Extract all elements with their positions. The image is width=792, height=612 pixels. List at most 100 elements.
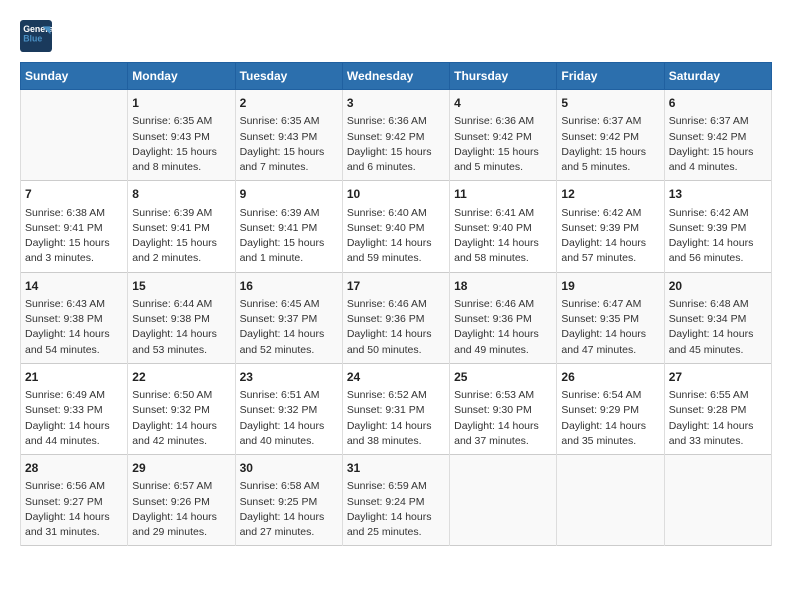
day-number: 9 [240, 186, 338, 203]
daylight-text: Daylight: 15 hours and 2 minutes. [132, 236, 230, 266]
sunset-text: Sunset: 9:36 PM [454, 312, 552, 327]
sunrise-text: Sunrise: 6:49 AM [25, 388, 123, 403]
day-number: 10 [347, 186, 445, 203]
calendar-cell: 24Sunrise: 6:52 AMSunset: 9:31 PMDayligh… [342, 363, 449, 454]
day-number: 4 [454, 95, 552, 112]
calendar-cell: 7Sunrise: 6:38 AMSunset: 9:41 PMDaylight… [21, 181, 128, 272]
logo: General Blue [20, 20, 58, 52]
calendar-cell: 10 Sunrise: 6:40 AMSunset: 9:40 PMDayligh… [342, 181, 449, 272]
calendar-cell: 25Sunrise: 6:53 AMSunset: 9:30 PMDayligh… [450, 363, 557, 454]
logo-icon: General Blue [20, 20, 52, 52]
day-number: 19 [561, 278, 659, 295]
day-number: 21 [25, 369, 123, 386]
svg-text:Blue: Blue [23, 34, 42, 44]
sunrise-text: Sunrise: 6:47 AM [561, 297, 659, 312]
sunset-text: Sunset: 9:39 PM [561, 221, 659, 236]
day-number: 20 [669, 278, 767, 295]
calendar-cell: 19Sunrise: 6:47 AMSunset: 9:35 PMDayligh… [557, 272, 664, 363]
day-number: 13 [669, 186, 767, 203]
daylight-text: Daylight: 15 hours and 8 minutes. [132, 145, 230, 175]
daylight-text: Daylight: 14 hours and 37 minutes. [454, 419, 552, 449]
calendar-week-4: 21Sunrise: 6:49 AMSunset: 9:33 PMDayligh… [21, 363, 772, 454]
calendar-cell: 23Sunrise: 6:51 AMSunset: 9:32 PMDayligh… [235, 363, 342, 454]
sunset-text: Sunset: 9:24 PM [347, 495, 445, 510]
daylight-text: Daylight: 14 hours and 47 minutes. [561, 327, 659, 357]
sunrise-text: Sunrise: 6:48 AM [669, 297, 767, 312]
calendar-cell [664, 455, 771, 546]
daylight-text: Daylight: 14 hours and 44 minutes. [25, 419, 123, 449]
daylight-text: Daylight: 14 hours and 49 minutes. [454, 327, 552, 357]
sunset-text: Sunset: 9:42 PM [347, 130, 445, 145]
sunset-text: Sunset: 9:40 PM [347, 221, 445, 236]
sunrise-text: Sunrise: 6:41 AM [454, 206, 552, 221]
day-number: 18 [454, 278, 552, 295]
sunset-text: Sunset: 9:27 PM [25, 495, 123, 510]
calendar-cell [557, 455, 664, 546]
sunset-text: Sunset: 9:31 PM [347, 403, 445, 418]
daylight-text: Daylight: 14 hours and 53 minutes. [132, 327, 230, 357]
daylight-text: Daylight: 14 hours and 45 minutes. [669, 327, 767, 357]
daylight-text: Daylight: 14 hours and 35 minutes. [561, 419, 659, 449]
calendar-cell: 9Sunrise: 6:39 AMSunset: 9:41 PMDaylight… [235, 181, 342, 272]
sunrise-text: Sunrise: 6:43 AM [25, 297, 123, 312]
sunrise-text: Sunrise: 6:53 AM [454, 388, 552, 403]
day-number: 3 [347, 95, 445, 112]
sunset-text: Sunset: 9:43 PM [132, 130, 230, 145]
calendar-cell [450, 455, 557, 546]
weekday-header-friday: Friday [557, 63, 664, 90]
sunrise-text: Sunrise: 6:40 AM [347, 206, 445, 221]
sunset-text: Sunset: 9:37 PM [240, 312, 338, 327]
sunset-text: Sunset: 9:42 PM [454, 130, 552, 145]
calendar-cell: 14 Sunrise: 6:43 AMSunset: 9:38 PMDayligh… [21, 272, 128, 363]
sunset-text: Sunset: 9:38 PM [25, 312, 123, 327]
daylight-text: Daylight: 15 hours and 5 minutes. [561, 145, 659, 175]
sunset-text: Sunset: 9:30 PM [454, 403, 552, 418]
sunrise-text: Sunrise: 6:45 AM [240, 297, 338, 312]
calendar-cell: 30Sunrise: 6:58 AMSunset: 9:25 PMDayligh… [235, 455, 342, 546]
daylight-text: Daylight: 15 hours and 3 minutes. [25, 236, 123, 266]
daylight-text: Daylight: 14 hours and 54 minutes. [25, 327, 123, 357]
calendar-cell: 6Sunrise: 6:37 AMSunset: 9:42 PMDaylight… [664, 90, 771, 181]
sunrise-text: Sunrise: 6:59 AM [347, 479, 445, 494]
day-number: 14 [25, 278, 123, 295]
sunrise-text: Sunrise: 6:36 AM [347, 114, 445, 129]
sunset-text: Sunset: 9:25 PM [240, 495, 338, 510]
daylight-text: Daylight: 14 hours and 57 minutes. [561, 236, 659, 266]
sunset-text: Sunset: 9:42 PM [669, 130, 767, 145]
calendar-cell: 1Sunrise: 6:35 AMSunset: 9:43 PMDaylight… [128, 90, 235, 181]
day-number: 24 [347, 369, 445, 386]
day-number: 8 [132, 186, 230, 203]
calendar-cell: 28Sunrise: 6:56 AMSunset: 9:27 PMDayligh… [21, 455, 128, 546]
calendar-table: SundayMondayTuesdayWednesdayThursdayFrid… [20, 62, 772, 546]
sunset-text: Sunset: 9:34 PM [669, 312, 767, 327]
calendar-cell: 27Sunrise: 6:55 AMSunset: 9:28 PMDayligh… [664, 363, 771, 454]
sunrise-text: Sunrise: 6:56 AM [25, 479, 123, 494]
sunrise-text: Sunrise: 6:35 AM [132, 114, 230, 129]
calendar-week-3: 14Sunrise: 6:43 AMSunset: 9:38 PMDayligh… [21, 272, 772, 363]
day-number: 27 [669, 369, 767, 386]
sunrise-text: Sunrise: 6:50 AM [132, 388, 230, 403]
weekday-header-sunday: Sunday [21, 63, 128, 90]
day-number: 2 [240, 95, 338, 112]
daylight-text: Daylight: 15 hours and 5 minutes. [454, 145, 552, 175]
weekday-header-tuesday: Tuesday [235, 63, 342, 90]
daylight-text: Daylight: 14 hours and 42 minutes. [132, 419, 230, 449]
sunset-text: Sunset: 9:39 PM [669, 221, 767, 236]
daylight-text: Daylight: 14 hours and 58 minutes. [454, 236, 552, 266]
sunset-text: Sunset: 9:26 PM [132, 495, 230, 510]
calendar-cell: 16Sunrise: 6:45 AMSunset: 9:37 PMDayligh… [235, 272, 342, 363]
calendar-cell: 17Sunrise: 6:46 AMSunset: 9:36 PMDayligh… [342, 272, 449, 363]
weekday-header-wednesday: Wednesday [342, 63, 449, 90]
calendar-cell [21, 90, 128, 181]
calendar-cell: 12Sunrise: 6:42 AMSunset: 9:39 PMDayligh… [557, 181, 664, 272]
calendar-cell: 5Sunrise: 6:37 AMSunset: 9:42 PMDaylight… [557, 90, 664, 181]
calendar-cell: 2Sunrise: 6:35 AMSunset: 9:43 PMDaylight… [235, 90, 342, 181]
sunrise-text: Sunrise: 6:58 AM [240, 479, 338, 494]
daylight-text: Daylight: 14 hours and 59 minutes. [347, 236, 445, 266]
calendar-cell: 3 Sunrise: 6:36 AMSunset: 9:42 PMDaylight… [342, 90, 449, 181]
day-number: 22 [132, 369, 230, 386]
sunrise-text: Sunrise: 6:37 AM [561, 114, 659, 129]
day-number: 28 [25, 460, 123, 477]
sunset-text: Sunset: 9:32 PM [240, 403, 338, 418]
daylight-text: Daylight: 15 hours and 6 minutes. [347, 145, 445, 175]
